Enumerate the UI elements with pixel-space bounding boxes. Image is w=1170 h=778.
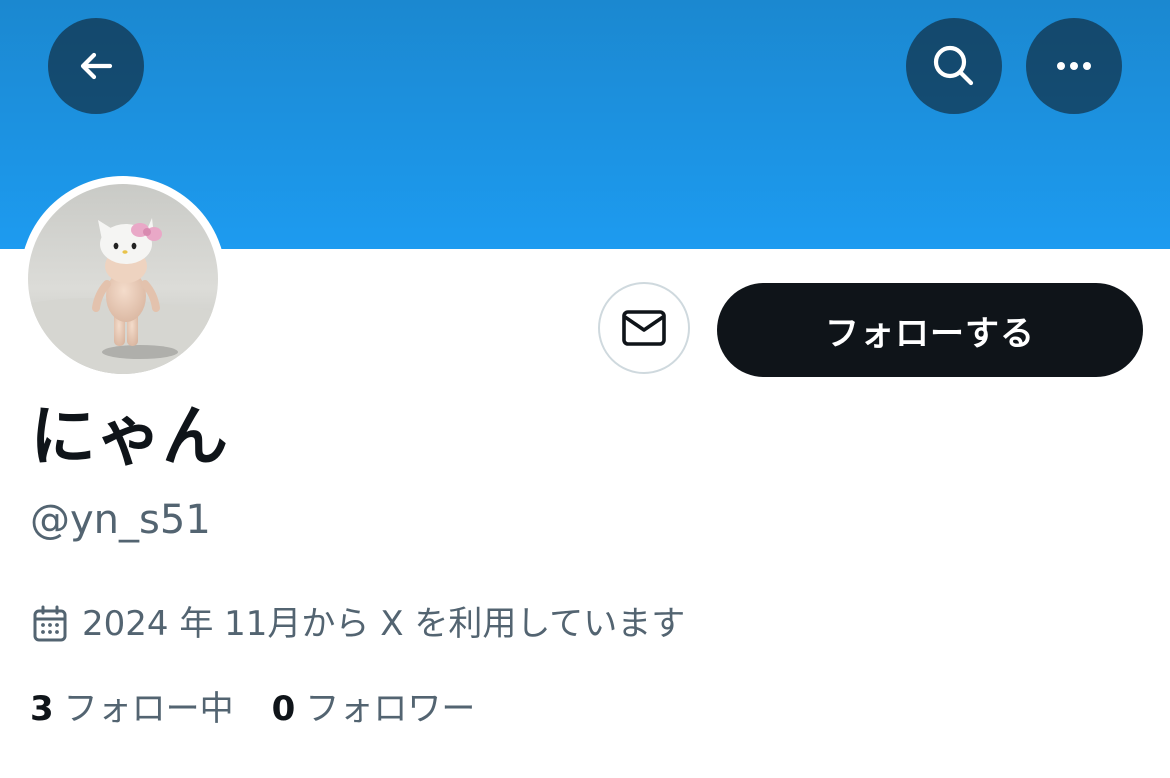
- display-name: にゃん: [30, 398, 228, 475]
- following-link[interactable]: 3 フォロー中: [30, 692, 234, 726]
- more-button[interactable]: [1026, 18, 1122, 114]
- avatar[interactable]: [28, 184, 218, 374]
- following-label: フォロー中: [63, 689, 234, 729]
- search-icon: [933, 45, 974, 86]
- more-horizontal-icon: [1057, 62, 1091, 70]
- followers-label: フォロワー: [305, 689, 476, 729]
- profile-page: フォローする にゃん @yn_s51 2024 年 11月から X を利用してい…: [0, 0, 1170, 778]
- message-button[interactable]: [598, 282, 690, 374]
- follow-button[interactable]: フォローする: [717, 283, 1143, 377]
- avatar-ring: [20, 176, 226, 382]
- calendar-icon: [33, 605, 67, 642]
- following-count: 3: [30, 689, 54, 729]
- follow-stats: 3 フォロー中 0 フォロワー: [30, 688, 475, 730]
- followers-link[interactable]: 0 フォロワー: [272, 692, 476, 726]
- joined-text: 2024 年 11月から X を利用しています: [82, 604, 686, 644]
- avatar-photo: [28, 184, 218, 374]
- joined-date: 2024 年 11月から X を利用しています: [32, 603, 685, 645]
- user-handle: @yn_s51: [30, 497, 211, 543]
- back-button[interactable]: [48, 18, 144, 114]
- arrow-left-icon: [80, 52, 113, 80]
- mail-icon: [622, 310, 666, 346]
- followers-count: 0: [271, 689, 296, 729]
- search-button[interactable]: [906, 18, 1002, 114]
